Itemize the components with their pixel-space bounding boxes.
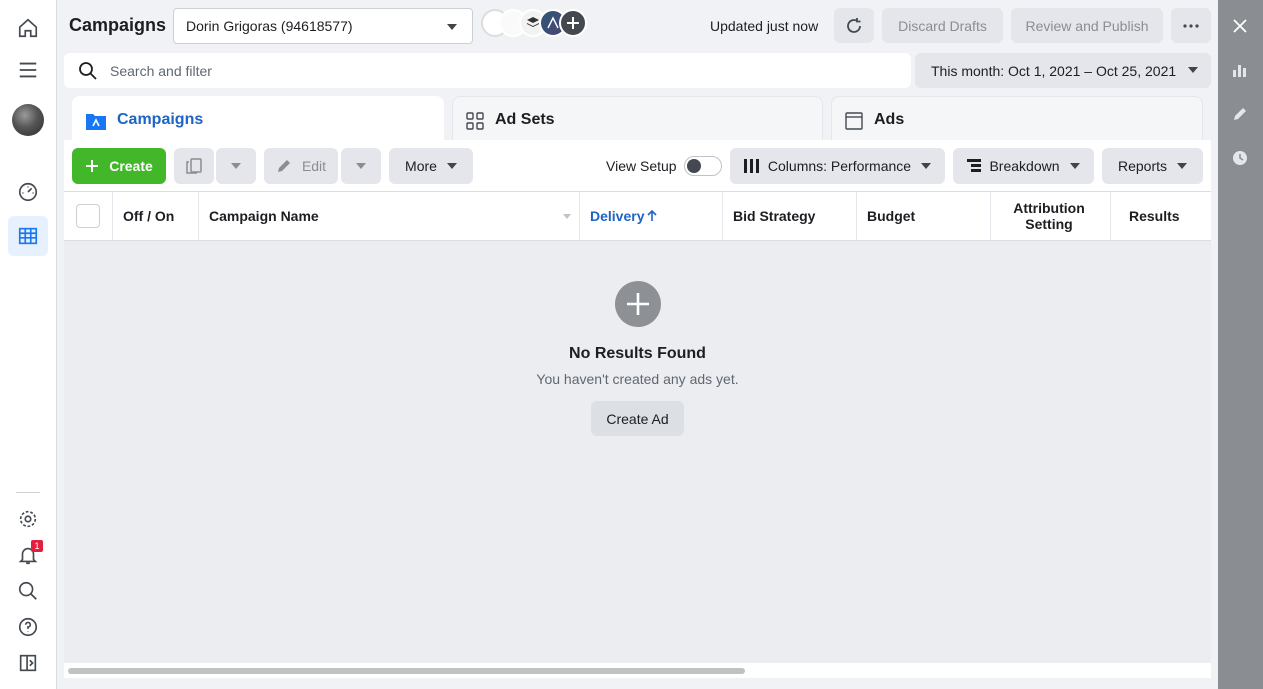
edit-dropdown[interactable]: [341, 148, 381, 184]
chevron-down-icon: [1069, 163, 1080, 169]
ellipsis-icon: [1183, 23, 1199, 28]
plus-icon: [86, 160, 99, 172]
tab-label: Ad Sets: [495, 111, 555, 128]
more-label: More: [405, 158, 437, 174]
table-body: No Results Found You haven't created any…: [64, 241, 1211, 663]
select-all-checkbox[interactable]: [76, 204, 100, 228]
search-icon[interactable]: [8, 571, 48, 611]
right-rail: [1218, 0, 1263, 689]
select-all-cell: [64, 192, 113, 240]
gauge-icon[interactable]: [8, 172, 48, 212]
column-campaign-name[interactable]: Campaign Name: [199, 192, 580, 240]
add-page-icon[interactable]: [559, 9, 587, 37]
breakdown-button[interactable]: Breakdown: [953, 148, 1094, 184]
add-circle-icon: [615, 281, 661, 327]
refresh-button[interactable]: [834, 8, 874, 43]
table-icon[interactable]: [8, 216, 48, 256]
help-icon[interactable]: [8, 607, 48, 647]
sort-caret-icon: [563, 214, 571, 219]
create-button[interactable]: Create: [72, 148, 166, 184]
folder-icon: [86, 114, 106, 130]
duplicate-button[interactable]: [174, 148, 214, 184]
chevron-down-icon: [447, 24, 457, 30]
chart-icon[interactable]: [1229, 59, 1251, 81]
ad-frame-icon: [845, 112, 863, 130]
sidebar-toggle-icon[interactable]: [8, 643, 48, 683]
column-bid-strategy[interactable]: Bid Strategy: [723, 192, 857, 240]
campaigns-panel: Create Edit More View Setup Columns: Per…: [64, 140, 1211, 678]
clock-icon[interactable]: [1229, 147, 1251, 169]
empty-state-title: No Results Found: [569, 345, 706, 362]
create-ad-button[interactable]: Create Ad: [591, 401, 684, 436]
grid-icon: [466, 112, 484, 130]
chevron-down-icon: [446, 163, 457, 169]
account-dropdown[interactable]: Dorin Grigoras (94618577): [173, 8, 473, 44]
breakdown-label: Breakdown: [989, 158, 1060, 174]
tab-ad-sets[interactable]: Ad Sets: [452, 96, 823, 144]
create-label: Create: [109, 158, 153, 174]
chevron-down-icon: [356, 163, 366, 169]
reports-button[interactable]: Reports: [1102, 148, 1203, 184]
column-label: Delivery: [590, 208, 645, 224]
edit-button[interactable]: Edit: [264, 148, 338, 184]
chevron-down-icon: [921, 163, 932, 169]
columns-icon: [743, 159, 759, 173]
page-title: Campaigns: [69, 15, 167, 35]
date-range-picker[interactable]: This month: Oct 1, 2021 – Oct 25, 2021: [915, 53, 1211, 88]
more-button[interactable]: More: [389, 148, 473, 184]
tab-campaigns[interactable]: Campaigns: [72, 96, 444, 144]
home-icon[interactable]: [8, 8, 48, 48]
chevron-down-icon: [1188, 67, 1198, 73]
table-header: Off / On Campaign Name Delivery Bid Stra…: [64, 192, 1211, 241]
sort-up-arrow-icon: [647, 210, 658, 221]
view-setup-label: View Setup: [606, 158, 677, 174]
column-budget[interactable]: Budget: [857, 192, 991, 240]
tab-label: Ads: [874, 111, 905, 128]
page-logos[interactable]: [481, 9, 591, 39]
tab-ads[interactable]: Ads: [831, 96, 1203, 144]
nav-divider: [16, 492, 40, 493]
pencil-icon[interactable]: [1229, 103, 1251, 125]
chevron-down-icon: [231, 163, 241, 169]
gear-icon[interactable]: [8, 499, 48, 539]
close-icon[interactable]: [1229, 15, 1251, 37]
reports-label: Reports: [1117, 158, 1168, 174]
refresh-icon: [847, 17, 861, 33]
column-label: Campaign Name: [209, 208, 319, 224]
chevron-down-icon: [1177, 163, 1188, 169]
column-label: Attribution Setting: [1013, 200, 1085, 232]
view-setup-toggle[interactable]: [684, 156, 722, 176]
account-name: Dorin Grigoras (94618577): [186, 18, 353, 34]
avatar[interactable]: [12, 104, 44, 136]
discard-drafts-button[interactable]: Discard Drafts: [882, 8, 1003, 43]
columns-label: Columns: Performance: [767, 158, 912, 174]
columns-button[interactable]: Columns: Performance: [730, 148, 945, 184]
menu-icon[interactable]: [8, 50, 48, 90]
toolbar: Create Edit More View Setup Columns: Per…: [64, 140, 1211, 192]
left-nav: 1: [0, 0, 57, 689]
column-results[interactable]: Results: [1111, 192, 1211, 240]
breakdown-icon: [967, 159, 982, 172]
empty-state-subtitle: You haven't created any ads yet.: [536, 371, 739, 387]
duplicate-dropdown[interactable]: [216, 148, 256, 184]
duplicate-icon: [186, 158, 202, 174]
edit-label: Edit: [301, 158, 327, 174]
notification-badge: 1: [31, 540, 43, 552]
search-placeholder: Search and filter: [110, 62, 212, 79]
search-icon: [79, 62, 97, 80]
column-attribution-setting[interactable]: Attribution Setting: [991, 192, 1111, 240]
column-delivery[interactable]: Delivery: [580, 192, 723, 240]
horizontal-scrollbar[interactable]: [64, 663, 1211, 678]
column-off-on[interactable]: Off / On: [113, 192, 199, 240]
updated-status: Updated just now: [710, 18, 819, 34]
pencil-icon: [277, 160, 290, 172]
scrollbar-thumb[interactable]: [68, 668, 745, 674]
date-range-label: This month: Oct 1, 2021 – Oct 25, 2021: [931, 62, 1177, 79]
tab-label: Campaigns: [117, 111, 204, 128]
search-input[interactable]: Search and filter: [64, 53, 911, 88]
review-publish-button[interactable]: Review and Publish: [1011, 8, 1163, 43]
more-options-button[interactable]: [1171, 8, 1211, 43]
toggle-knob: [687, 159, 701, 173]
